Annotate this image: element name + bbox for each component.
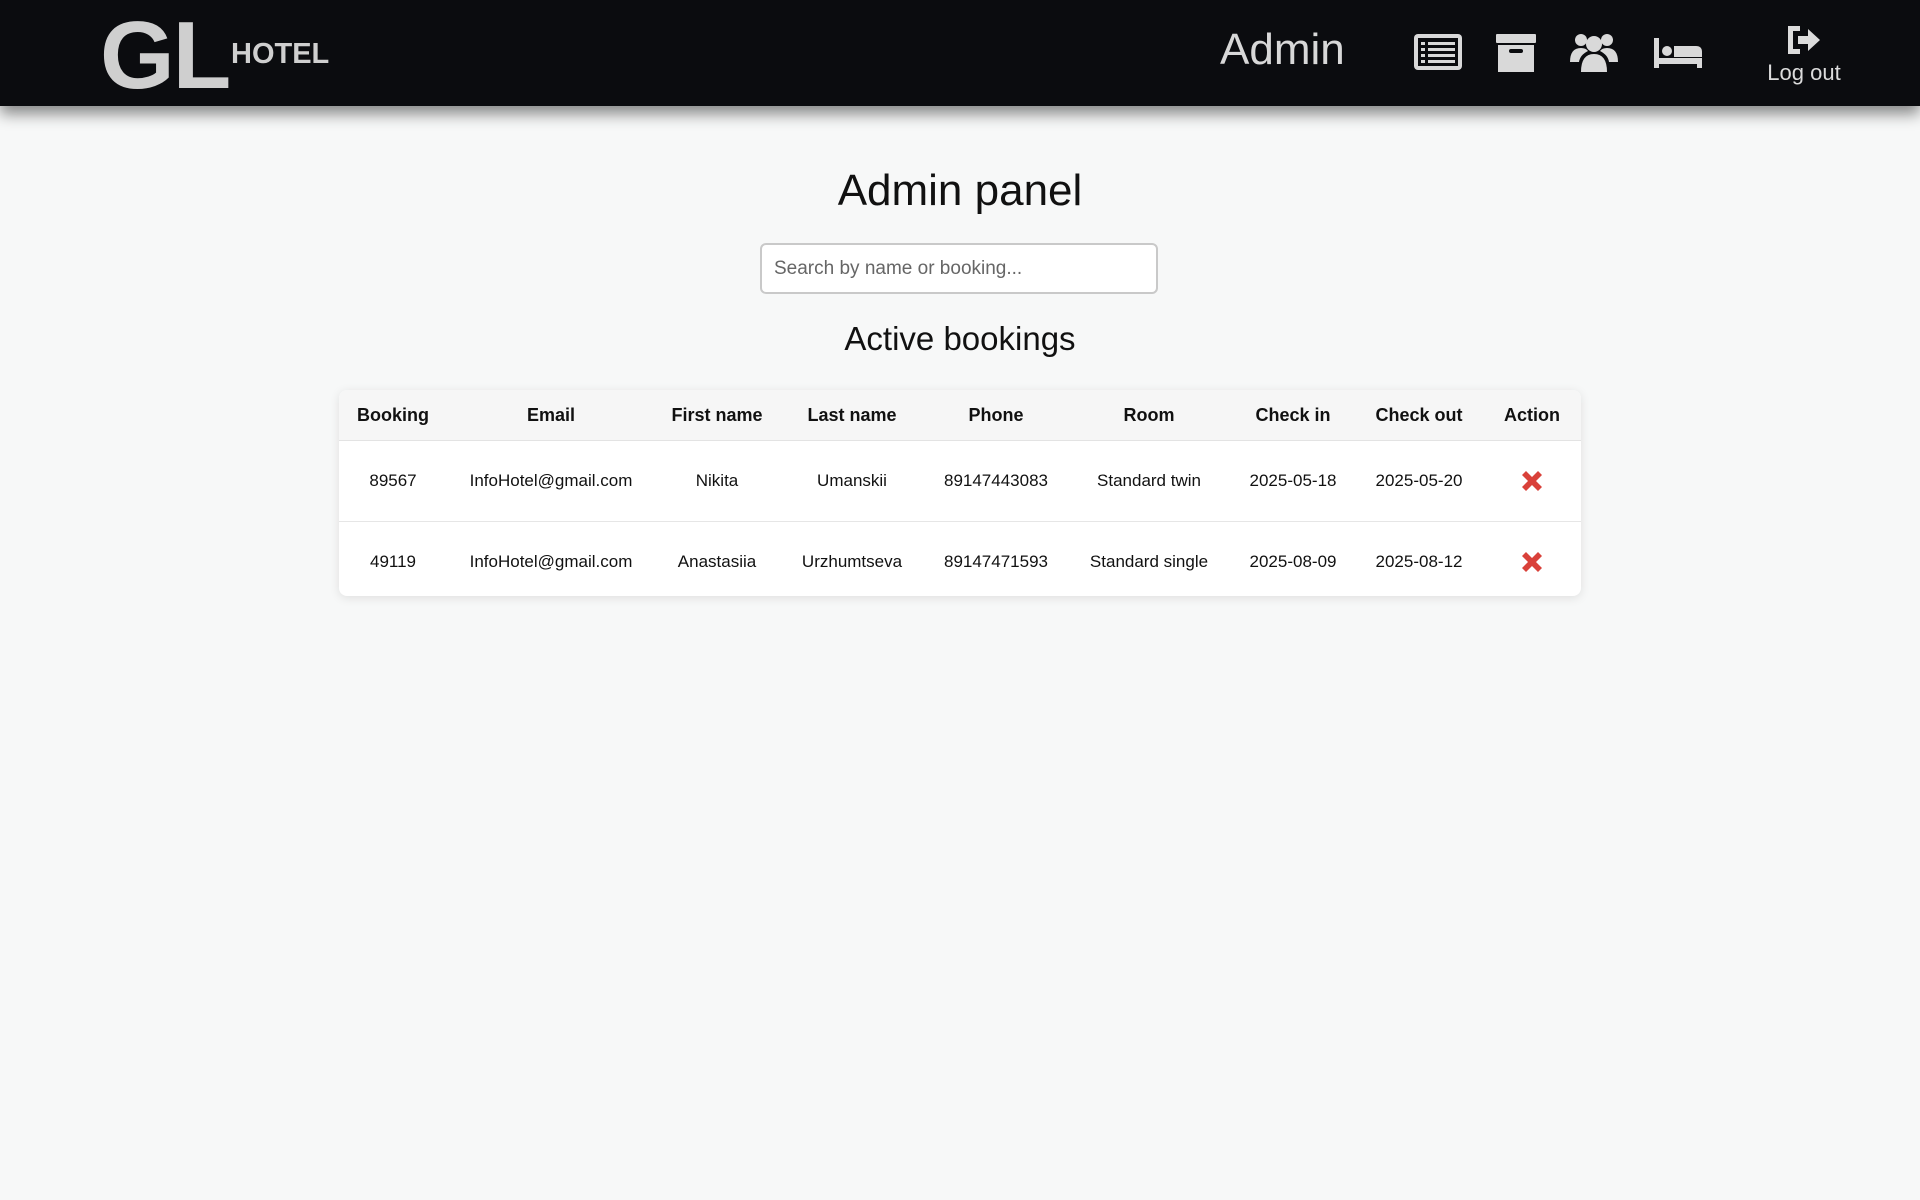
- delete-booking-button[interactable]: [1517, 547, 1547, 577]
- archive-icon[interactable]: [1490, 28, 1542, 76]
- column-header-check-in[interactable]: Check in: [1231, 390, 1355, 441]
- top-navbar: GL HOTEL Admin Log out: [0, 0, 1920, 106]
- column-header-booking[interactable]: Booking: [339, 390, 447, 441]
- check-in-cell: 2025-05-18: [1249, 471, 1337, 490]
- section-title: Active bookings: [844, 320, 1076, 357]
- last-name-cell: Umanskii: [817, 471, 887, 490]
- users-icon[interactable]: [1568, 28, 1620, 76]
- table-row: 89567 InfoHotel@gmail.com Nikita Umanski…: [339, 441, 1581, 522]
- last-name-cell: Urzhumtseva: [779, 521, 925, 596]
- column-header-first-name[interactable]: First name: [655, 390, 779, 441]
- first-name-cell: Nikita: [695, 471, 739, 490]
- column-header-check-out[interactable]: Check out: [1355, 390, 1483, 441]
- column-header-room[interactable]: Room: [1067, 390, 1231, 441]
- email-cell: InfoHotel@gmail.com: [447, 521, 655, 596]
- table-row: 49119 InfoHotel@gmail.com Anastasiia Urz…: [339, 521, 1581, 596]
- action-cell: [1483, 441, 1581, 522]
- action-cell: [1483, 521, 1581, 596]
- column-header-last-name[interactable]: Last name: [779, 390, 925, 441]
- delete-x-icon: [1522, 471, 1542, 491]
- logout-icon: [1788, 26, 1820, 54]
- room-cell: Standard single: [1067, 521, 1231, 596]
- phone-cell: 89147443083: [943, 471, 1048, 490]
- bookings-table: Booking Email First name Last name Phone…: [339, 390, 1581, 596]
- check-out-cell: 2025-05-20: [1375, 471, 1463, 490]
- role-label: Admin: [1220, 25, 1345, 74]
- logo-gl-text: GL: [100, 2, 231, 109]
- phone-cell: 89147471593: [925, 521, 1067, 596]
- table-header-row: Booking Email First name Last name Phone…: [339, 390, 1581, 441]
- email-cell: InfoHotel@gmail.com: [469, 471, 633, 490]
- first-name-cell: Anastasiia: [655, 521, 779, 596]
- booking-cell: 49119: [339, 521, 447, 596]
- bed-icon[interactable]: [1652, 28, 1704, 76]
- column-header-phone[interactable]: Phone: [925, 390, 1067, 441]
- check-in-cell: 2025-08-09: [1231, 521, 1355, 596]
- search-input[interactable]: [760, 243, 1158, 294]
- delete-x-icon: [1522, 552, 1542, 572]
- delete-booking-button[interactable]: [1517, 466, 1547, 496]
- column-header-action: Action: [1483, 390, 1581, 441]
- page-title: Admin panel: [837, 166, 1083, 215]
- booking-cell: 89567: [369, 471, 417, 490]
- logo-hotel-text: HOTEL: [231, 38, 330, 70]
- column-header-email[interactable]: Email: [447, 390, 655, 441]
- check-out-cell: 2025-08-12: [1355, 521, 1483, 596]
- list-icon[interactable]: [1412, 28, 1464, 76]
- logout-button[interactable]: Log out: [1764, 22, 1844, 92]
- room-cell: Standard twin: [1097, 471, 1201, 490]
- logout-label: Log out: [1767, 60, 1841, 85]
